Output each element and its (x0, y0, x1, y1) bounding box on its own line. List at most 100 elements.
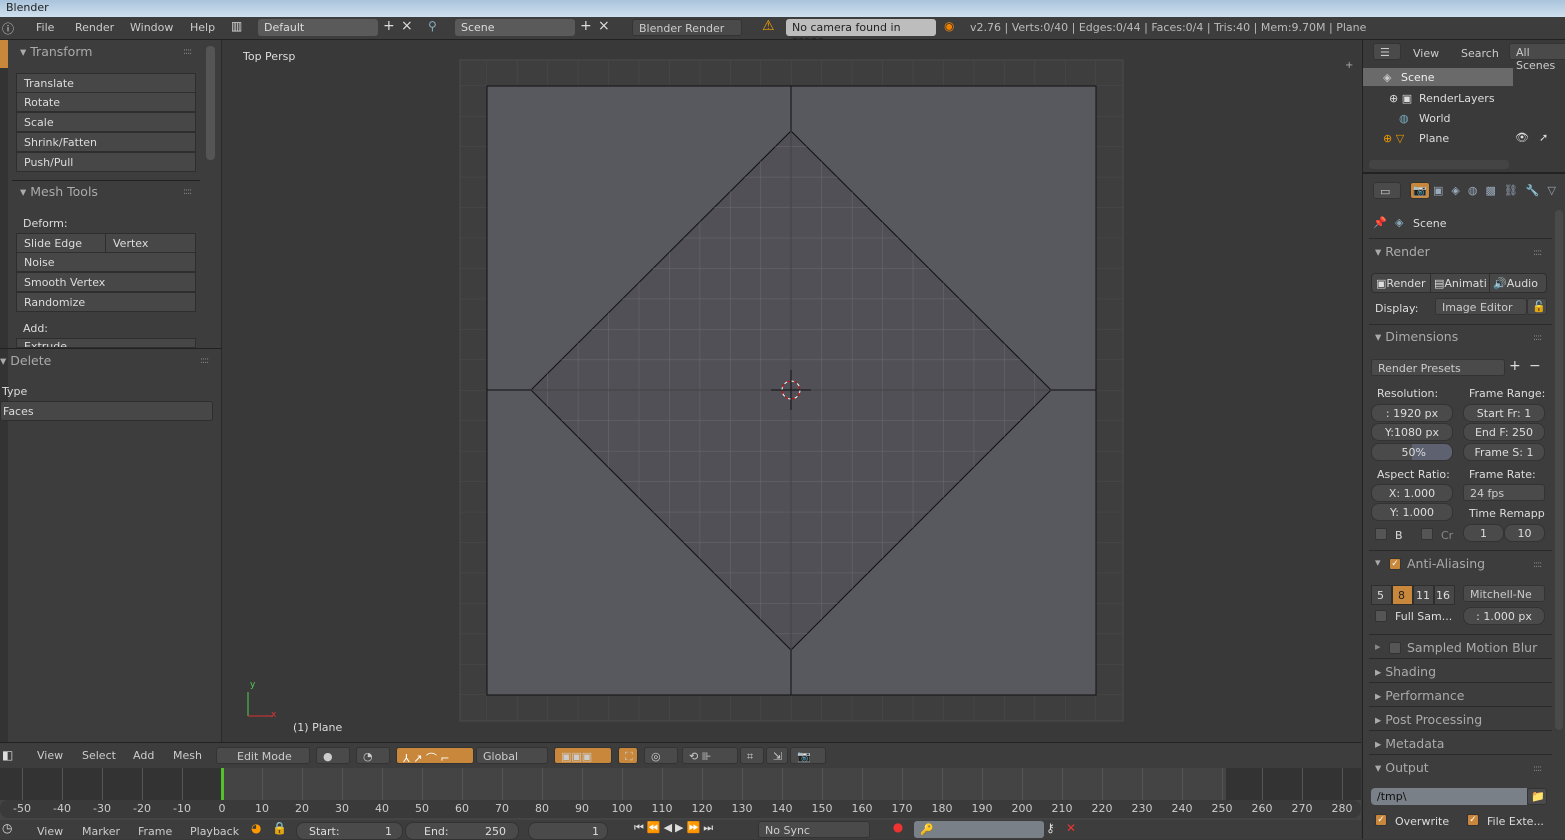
anti-aliasing-checkbox[interactable]: ✓ (1389, 558, 1401, 570)
scene-icon[interactable]: ⚲ (428, 19, 437, 33)
menu-file[interactable]: File (36, 21, 54, 34)
aa-samples-16[interactable]: 16 (1434, 585, 1455, 605)
full-sample-checkbox[interactable] (1375, 610, 1387, 622)
lock-icon[interactable]: 🔒 (272, 821, 287, 835)
expand-region-icon[interactable]: + (1345, 60, 1353, 71)
slide-vertex-button[interactable]: Vertex (105, 233, 196, 253)
current-frame-field[interactable]: 1 (528, 822, 608, 840)
operator-panel-header[interactable]: ▾ Delete (0, 353, 51, 368)
outliner-editor-icon[interactable]: ☰ (1373, 43, 1401, 60)
menu-mesh[interactable]: Mesh (173, 749, 202, 762)
mode-selector[interactable]: Edit Mode (216, 747, 310, 764)
outliner-row-renderlayers[interactable]: RenderLayers (1419, 92, 1495, 105)
pin-icon[interactable]: 📌 (1373, 216, 1387, 229)
menu-view[interactable]: View (37, 749, 63, 762)
performance-panel-header[interactable]: ▸ Performance (1375, 688, 1464, 703)
time-remap-old-field[interactable]: 1 (1463, 524, 1504, 542)
outliner-row-world[interactable]: World (1419, 112, 1451, 125)
time-remap-new-field[interactable]: 10 (1504, 524, 1545, 542)
mesh-tools-panel-header[interactable]: ▾ Mesh Tools (20, 184, 98, 199)
menu-search[interactable]: Search (1461, 47, 1499, 60)
panel-grip-icon[interactable]: :::: (1533, 248, 1542, 258)
metadata-panel-header[interactable]: ▸ Metadata (1375, 736, 1444, 751)
keying-set-field[interactable]: 🔑 (914, 821, 1044, 838)
frame-rate-selector[interactable]: 24 fps (1463, 484, 1545, 501)
rotate-button[interactable]: Rotate (16, 92, 196, 112)
editor-type-icon[interactable]: ◷ (2, 821, 12, 835)
aspect-y-field[interactable]: Y: 1.000 (1371, 503, 1453, 521)
add-scene-icon[interactable]: + (580, 18, 592, 34)
menu-select[interactable]: Select (82, 749, 116, 762)
audio-button[interactable]: 🔊Audio (1489, 273, 1547, 293)
properties-scrollbar[interactable] (1555, 210, 1563, 730)
menu-frame[interactable]: Frame (138, 825, 172, 838)
pivot-selector[interactable]: ◔ (356, 747, 390, 764)
motion-blur-panel-header[interactable]: ▸ (1375, 640, 1381, 653)
outliner-scrollbar[interactable] (1369, 160, 1509, 169)
push-pull-button[interactable]: Push/Pull (16, 152, 196, 172)
noise-button[interactable]: Noise (16, 252, 196, 272)
slide-edge-button[interactable]: Slide Edge (16, 233, 106, 253)
anti-aliasing-panel-header[interactable]: ▾ (1375, 556, 1381, 569)
output-path-input[interactable]: /tmp\ (1371, 788, 1527, 805)
sync-mode-selector[interactable]: No Sync (758, 821, 870, 838)
panel-grip-icon[interactable]: :::: (1533, 764, 1542, 774)
selectable-cursor-icon[interactable]: ➚ (1539, 131, 1548, 144)
tool-shelf-scrollbar[interactable] (206, 46, 215, 160)
border-checkbox[interactable] (1375, 528, 1387, 540)
viewport-canvas[interactable] (223, 40, 1361, 742)
info-editor-icon[interactable]: ⓘ (2, 20, 14, 37)
folder-browse-icon[interactable]: 📁 (1527, 788, 1547, 805)
3d-viewport[interactable]: Top Persp y x (1) Plane + (223, 40, 1361, 742)
visibility-eye-icon[interactable]: 👁 (1515, 131, 1529, 144)
render-icons[interactable]: 📷 (790, 747, 826, 764)
layout-selector[interactable]: Default (258, 19, 378, 36)
post-processing-panel-header[interactable]: ▸ Post Processing (1375, 712, 1482, 727)
timeline-ruler[interactable] (0, 800, 1361, 818)
scale-button[interactable]: Scale (16, 112, 196, 132)
editor-type-icon[interactable]: ◧ (2, 748, 13, 762)
shading-selector[interactable]: ● (316, 747, 350, 764)
display-mode-selector[interactable]: All Scenes (1509, 43, 1565, 72)
frame-end-field[interactable]: End F: 250 (1463, 423, 1545, 441)
playback-controls[interactable]: ⏮⏪◀▶⏩⏭ (634, 821, 716, 835)
aa-filter-size-field[interactable]: : 1.000 px (1463, 607, 1545, 625)
add-preset-icon[interactable]: + (1509, 358, 1521, 374)
record-icon[interactable]: ● (888, 820, 908, 834)
close-layout-icon[interactable]: × (401, 18, 413, 34)
panel-grip-icon[interactable]: :::: (200, 356, 209, 366)
motion-blur-checkbox[interactable] (1389, 642, 1401, 654)
start-frame-field[interactable]: Start: 1 (296, 822, 403, 840)
panel-grip-icon[interactable]: :::: (1533, 333, 1542, 343)
menu-render[interactable]: Render (75, 21, 114, 34)
frame-start-field[interactable]: Start Fr: 1 (1463, 404, 1545, 422)
render-animation-button[interactable]: ▤Animati (1430, 273, 1490, 293)
resolution-y-field[interactable]: Y:1080 px (1371, 423, 1453, 441)
outliner-row-plane[interactable]: Plane (1419, 132, 1449, 145)
outliner-row-scene[interactable]: ◈ Scene (1363, 68, 1513, 86)
transform-panel-header[interactable]: ▾ Transform (20, 44, 92, 59)
preview-range-icon[interactable]: ◕ (251, 821, 261, 835)
overwrite-checkbox[interactable]: ✓ (1375, 814, 1387, 826)
orientation-selector[interactable]: Global (476, 747, 548, 764)
context-tabs-icons[interactable]: ▣◈◍▩⛓🔧▽ (1433, 184, 1564, 197)
resolution-percentage-slider[interactable]: 50% (1371, 443, 1453, 461)
render-presets-selector[interactable]: Render Presets (1371, 359, 1505, 376)
menu-add[interactable]: Add (133, 749, 154, 762)
close-scene-icon[interactable]: × (598, 18, 610, 34)
shrink-fatten-button[interactable]: Shrink/Fatten (16, 132, 196, 152)
render-tab-icon[interactable]: 📷 (1410, 182, 1430, 199)
menu-help[interactable]: Help (190, 21, 215, 34)
mesh-select-options[interactable]: ⟲ ⊪ (682, 747, 738, 764)
smooth-vertex-button[interactable]: Smooth Vertex (16, 272, 196, 292)
lock-interface-icon[interactable]: 🔓 (1527, 298, 1547, 315)
properties-editor-icon[interactable]: ▭ (1373, 182, 1401, 199)
render-engine-selector[interactable]: Blender Render (632, 19, 742, 36)
render-image-button[interactable]: ▣Render (1371, 273, 1431, 293)
dimensions-panel-header[interactable]: ▾ Dimensions (1375, 329, 1458, 344)
snap-target-icon[interactable]: ⇲ (766, 747, 788, 764)
aa-samples-5[interactable]: 5 (1371, 585, 1392, 605)
file-extensions-checkbox[interactable]: ✓ (1467, 814, 1479, 826)
render-panel-header[interactable]: ▾ Render (1375, 244, 1430, 259)
aa-samples-11[interactable]: 11 (1413, 585, 1434, 605)
